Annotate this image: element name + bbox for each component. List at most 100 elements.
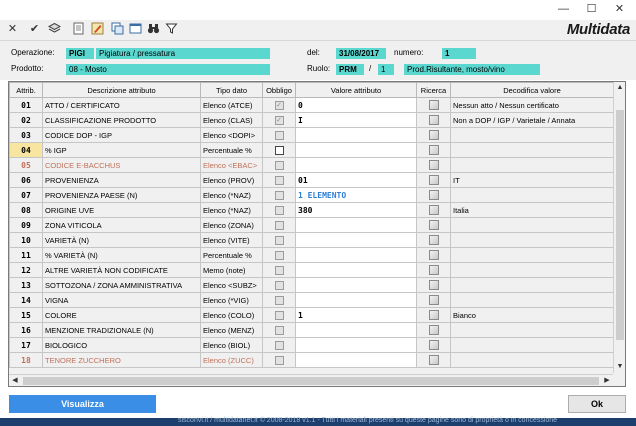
- attribute-type-cell: Elenco (ZONA): [200, 217, 263, 233]
- binoculars-icon[interactable]: [146, 22, 161, 37]
- attribute-desc-cell: ATTO / CERTIFICATO: [42, 97, 201, 113]
- attribute-value-cell[interactable]: [295, 262, 417, 278]
- table-row[interactable]: 05 CODICE E-BACCHUS Elenco <EBAC>: [9, 157, 614, 173]
- minimize-button[interactable]: —: [550, 0, 577, 18]
- operazione-desc-field: Pigiatura / pressatura: [96, 48, 270, 59]
- lookup-icon[interactable]: [428, 175, 439, 185]
- scroll-right-icon[interactable]: ▶: [601, 375, 613, 387]
- edit-icon[interactable]: [90, 22, 105, 37]
- lookup-icon[interactable]: [428, 220, 439, 230]
- attribute-value-cell[interactable]: [295, 352, 417, 368]
- obbligo-cell: [262, 157, 296, 173]
- attribute-value-cell[interactable]: [295, 142, 417, 158]
- ok-button[interactable]: Ok: [568, 395, 626, 413]
- lookup-icon[interactable]: [428, 115, 439, 125]
- ruolo-code-field: PRM: [336, 64, 364, 75]
- lookup-icon[interactable]: [428, 205, 439, 215]
- attribute-code-cell: 07: [9, 187, 43, 203]
- table-row[interactable]: 17 BIOLOGICO Elenco (BIOL): [9, 337, 614, 353]
- lookup-icon[interactable]: [428, 250, 439, 260]
- close-x-icon[interactable]: ✕: [5, 22, 20, 37]
- lookup-icon[interactable]: [428, 340, 439, 350]
- copy-icon[interactable]: [110, 22, 125, 37]
- table-row[interactable]: 08 ORIGINE UVE Elenco (*NAZ) 380 Italia: [9, 202, 614, 218]
- lookup-icon[interactable]: [428, 190, 439, 200]
- obbligo-checkbox: [274, 175, 284, 185]
- ruolo-desc-field: Prod.Risultante, mosto/vino: [404, 64, 540, 75]
- lookup-icon[interactable]: [428, 325, 439, 335]
- table-row[interactable]: 01 ATTO / CERTIFICATO Elenco (ATCE) ✓ 0 Nessu…: [9, 97, 614, 113]
- table-row[interactable]: 02 CLASSIFICAZIONE PRODOTTO Elenco (CLAS) ✓…: [9, 112, 614, 128]
- horizontal-scroll-thumb[interactable]: [23, 377, 599, 385]
- lookup-icon[interactable]: [428, 295, 439, 305]
- table-row[interactable]: 11% VARIETÀ (N) Percentuale %: [9, 247, 614, 263]
- lookup-icon[interactable]: [428, 160, 439, 170]
- scroll-left-icon[interactable]: ◀: [9, 375, 21, 387]
- attribute-value-cell[interactable]: [295, 337, 417, 353]
- table-row[interactable]: 15 COLORE Elenco (COLO) 1 Bianco: [9, 307, 614, 323]
- vertical-scrollbar[interactable]: ▲ ▼: [613, 82, 625, 373]
- table-row[interactable]: 10 VARIETÀ (N) Elenco (VITE): [9, 232, 614, 248]
- table-row[interactable]: 09 ZONA VITICOLA Elenco (ZONA): [9, 217, 614, 233]
- table-row[interactable]: 14 VIGNA Elenco (*VIG): [9, 292, 614, 308]
- scroll-up-icon[interactable]: ▲: [614, 82, 626, 94]
- lookup-icon[interactable]: [428, 265, 439, 275]
- lookup-icon[interactable]: [428, 280, 439, 290]
- decodifica-cell: [450, 277, 614, 293]
- filter-icon[interactable]: [164, 22, 179, 37]
- attribute-value-cell[interactable]: 380: [295, 202, 417, 218]
- attribute-desc-cell: ORIGINE UVE: [42, 202, 201, 218]
- attribute-value-cell[interactable]: [295, 232, 417, 248]
- obbligo-checkbox: [274, 295, 284, 305]
- ricerca-cell: [416, 217, 451, 233]
- table-row[interactable]: 07 PROVENIENZA PAESE (N) Elenco (*NAZ) 1 EL…: [9, 187, 614, 203]
- table-row[interactable]: 12 ALTRE VARIETÀ NON CODIFICATE Memo (note…: [9, 262, 614, 278]
- lookup-icon[interactable]: [428, 145, 439, 155]
- lookup-icon[interactable]: [428, 100, 439, 110]
- attribute-value-cell[interactable]: 1: [295, 307, 417, 323]
- table-row[interactable]: 13 SOTTOZONA / ZONA AMMINISTRATIVA Elenco …: [9, 277, 614, 293]
- obbligo-cell: [262, 277, 296, 293]
- window-icon[interactable]: [128, 22, 143, 37]
- attribute-value-cell[interactable]: 1 ELEMENTO: [295, 187, 417, 203]
- horizontal-scrollbar[interactable]: ◀ ▶: [9, 374, 613, 386]
- attribute-code-cell: 17: [9, 337, 43, 353]
- attribute-value-cell[interactable]: 01: [295, 172, 417, 188]
- visualizza-button[interactable]: Visualizza: [9, 395, 156, 413]
- lookup-icon[interactable]: [428, 355, 439, 365]
- table-row[interactable]: 16 MENZIONE TRADIZIONALE (N) Elenco (MENZ): [9, 322, 614, 338]
- document-icon[interactable]: [71, 22, 86, 37]
- attribute-value-cell[interactable]: [295, 127, 417, 143]
- footer-bar: sisconvi.it / multidatanet.it © 2008-201…: [0, 417, 636, 426]
- vertical-scroll-thumb[interactable]: [616, 110, 624, 340]
- attribute-type-cell: Elenco (VITE): [200, 232, 263, 248]
- maximize-button[interactable]: ☐: [578, 0, 605, 18]
- ricerca-cell: [416, 112, 451, 128]
- attribute-desc-cell: % IGP: [42, 142, 201, 158]
- table-row[interactable]: 04% IGP Percentuale %: [9, 142, 614, 158]
- close-window-button[interactable]: ✕: [606, 0, 633, 18]
- attribute-value-cell[interactable]: [295, 217, 417, 233]
- operazione-label: Operazione:: [11, 48, 55, 57]
- attribute-type-cell: Elenco (*VIG): [200, 292, 263, 308]
- decodifica-cell: [450, 157, 614, 173]
- lookup-icon[interactable]: [428, 235, 439, 245]
- table-row[interactable]: 18 TENORE ZUCCHERO Elenco (ZUCC): [9, 352, 614, 368]
- stack-icon[interactable]: [47, 22, 62, 37]
- table-row[interactable]: 03 CODICE DOP - IGP Elenco <DOPI>: [9, 127, 614, 143]
- lookup-icon[interactable]: [428, 130, 439, 140]
- attribute-value-cell[interactable]: 0: [295, 97, 417, 113]
- attribute-desc-cell: CLASSIFICAZIONE PRODOTTO: [42, 112, 201, 128]
- attribute-value-cell[interactable]: [295, 322, 417, 338]
- attribute-value-cell[interactable]: I: [295, 112, 417, 128]
- attribute-value-cell[interactable]: [295, 157, 417, 173]
- attribute-value-cell[interactable]: [295, 277, 417, 293]
- column-header: Ricerca: [416, 82, 451, 98]
- lookup-icon[interactable]: [428, 310, 439, 320]
- table-row[interactable]: 06 PROVENIENZA Elenco (PROV) 01 IT: [9, 172, 614, 188]
- ricerca-cell: [416, 247, 451, 263]
- attribute-value-cell[interactable]: [295, 292, 417, 308]
- scroll-down-icon[interactable]: ▼: [614, 361, 626, 373]
- attribute-value-cell[interactable]: [295, 247, 417, 263]
- check-icon[interactable]: ✔: [27, 22, 42, 37]
